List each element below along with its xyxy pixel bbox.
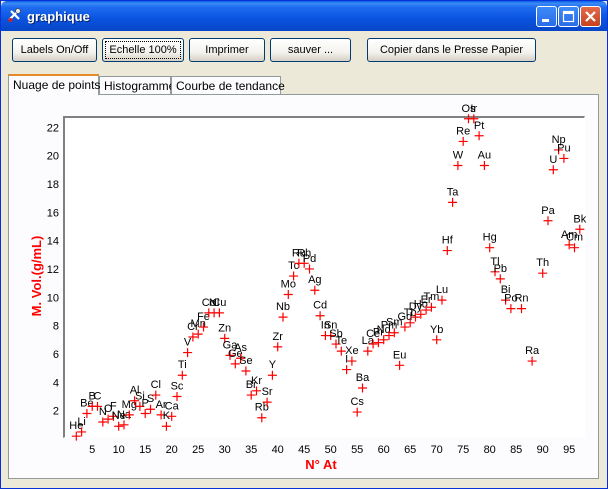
close-button[interactable]: [580, 6, 601, 27]
plot-area: [63, 116, 585, 438]
scale-100-button[interactable]: Echelle 100%: [102, 38, 184, 62]
save-label: sauver ...: [287, 44, 334, 56]
scale-100-label: Echelle 100%: [105, 41, 181, 59]
window-title: graphique: [27, 9, 90, 24]
labels-toggle-button[interactable]: Labels On/Off: [12, 38, 97, 62]
print-label: Imprimer: [205, 44, 249, 56]
tab-label: Nuage de points: [13, 78, 101, 92]
tab-label: Courbe de tendance: [176, 79, 285, 93]
copy-clipboard-label: Copier dans le Presse Papier: [379, 44, 524, 56]
maximize-button[interactable]: [558, 6, 579, 27]
tab-nuage-de-points[interactable]: Nuage de points: [8, 74, 101, 95]
minimize-button[interactable]: [536, 6, 557, 27]
copy-clipboard-button[interactable]: Copier dans le Presse Papier: [367, 38, 536, 62]
labels-toggle-label: Labels On/Off: [20, 44, 89, 56]
minimize-icon: [542, 19, 549, 22]
tab-histogramme[interactable]: Histogramme: [99, 76, 175, 94]
save-button[interactable]: sauver ...: [270, 38, 351, 62]
close-icon: [585, 11, 596, 22]
maximize-icon: [562, 10, 575, 23]
title-bar[interactable]: graphique: [1, 1, 607, 31]
tab-courbe-de-tendance[interactable]: Courbe de tendance: [171, 76, 285, 94]
app-icon: [8, 8, 21, 22]
print-button[interactable]: Imprimer: [189, 38, 265, 62]
tab-label: Histogramme: [104, 79, 176, 93]
graphique-window: graphique Labels On/Off Echelle 100% Imp…: [0, 0, 608, 489]
